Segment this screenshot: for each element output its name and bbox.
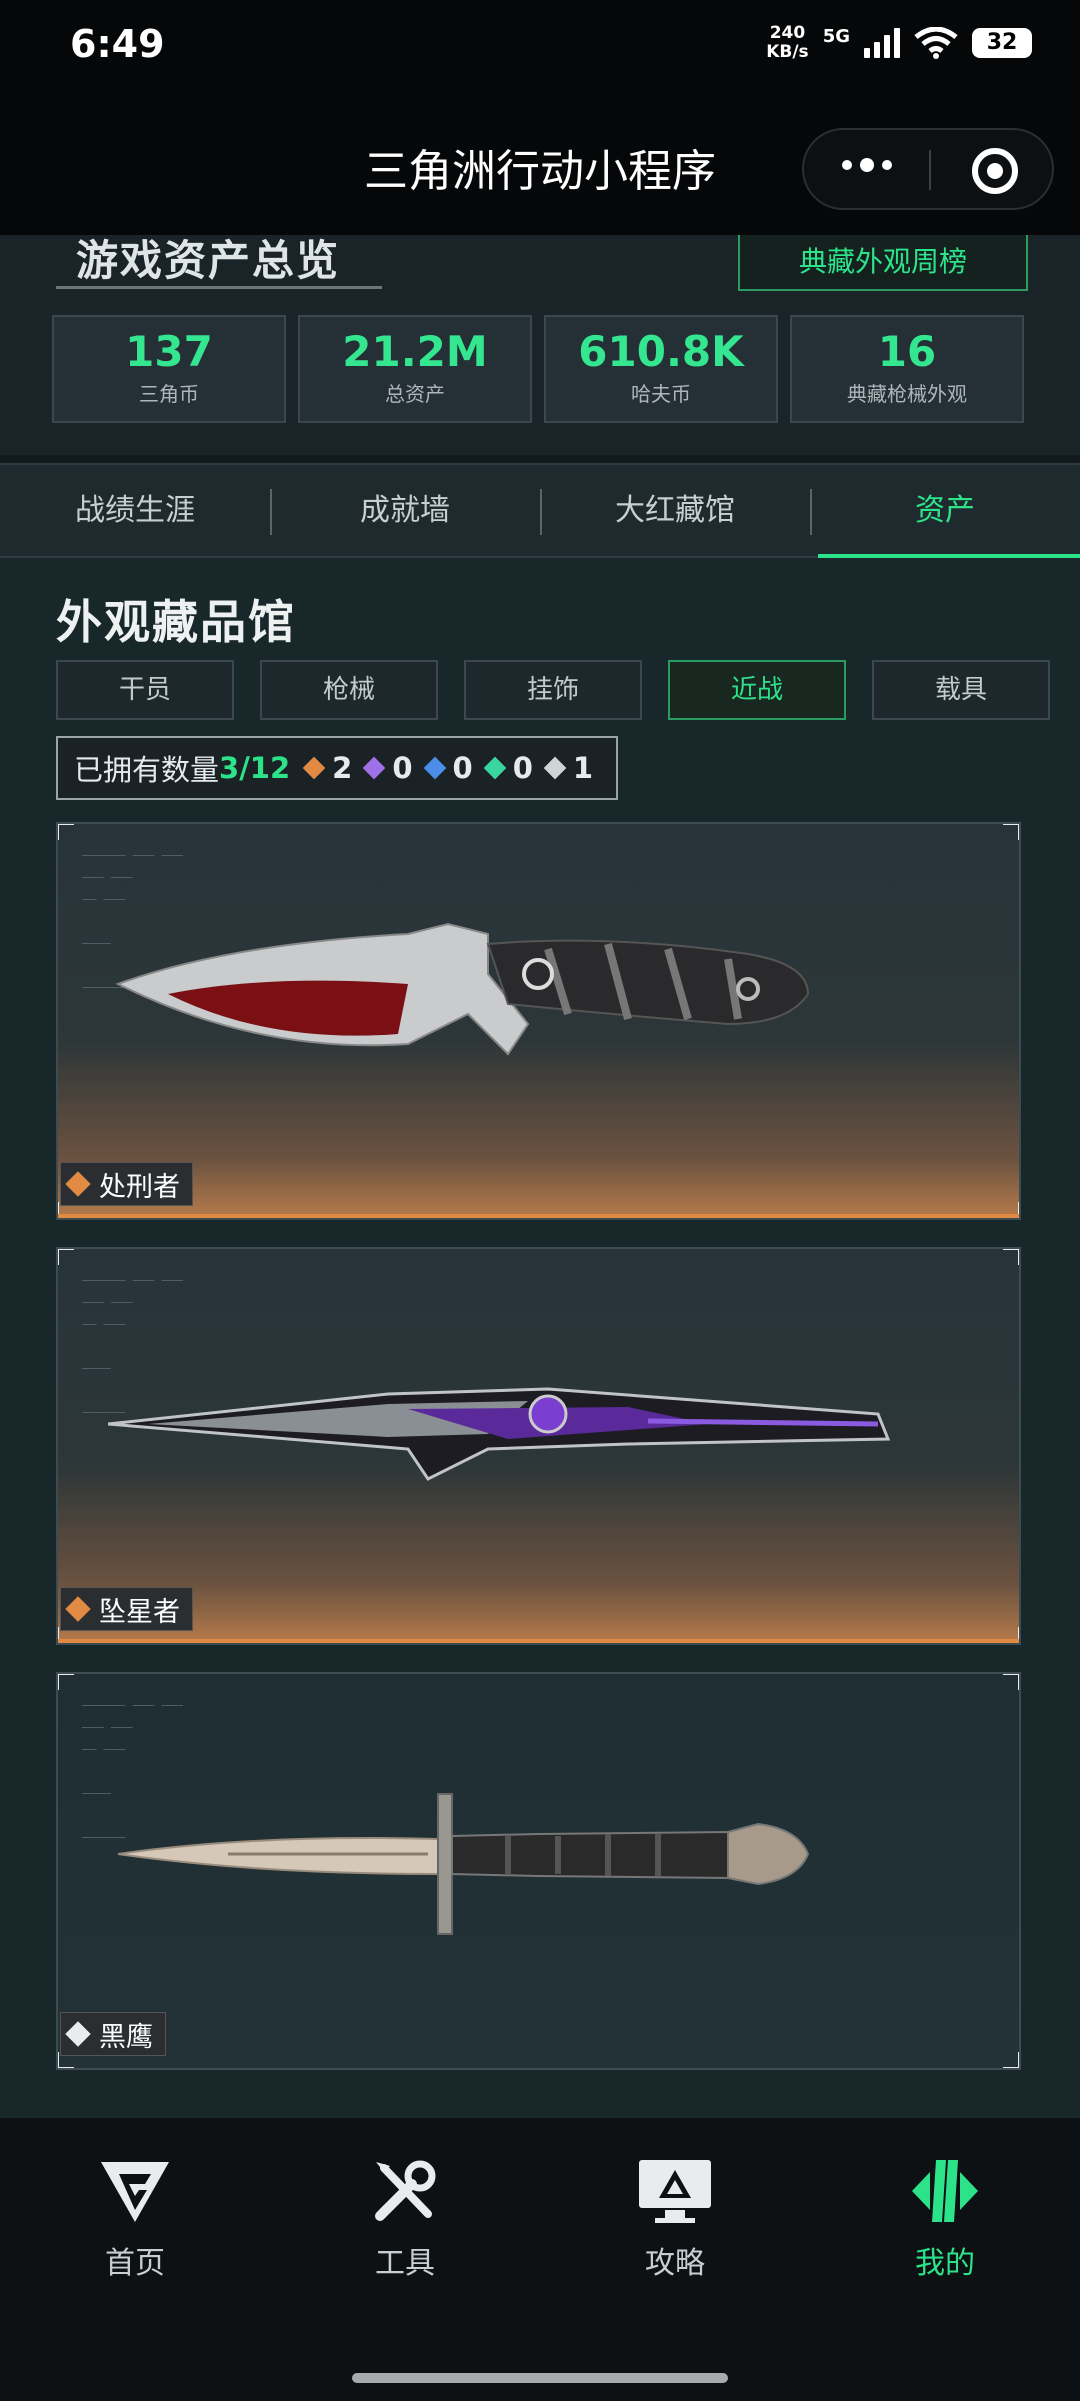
black-hawk-knife-image xyxy=(117,1793,810,1935)
signal-icon xyxy=(864,28,900,58)
stat-card: 137 三角币 xyxy=(52,315,286,423)
white-rarity-icon xyxy=(65,2021,91,2047)
stat-value: 610.8K xyxy=(578,327,744,376)
filter-charms[interactable]: 挂饰 xyxy=(464,660,642,720)
white-rarity-icon xyxy=(543,756,567,780)
executioner-knife-image xyxy=(115,922,810,1056)
item-name-tag: 坠星者 xyxy=(60,1587,193,1631)
title-underline-decoration xyxy=(56,283,382,289)
wifi-icon xyxy=(914,27,958,59)
home-indicator[interactable] xyxy=(352,2373,728,2383)
filter-firearms[interactable]: 枪械 xyxy=(260,660,438,720)
section-tabs: 战绩生涯 成就墙 大红藏馆 资产 xyxy=(0,463,1080,558)
tools-icon xyxy=(375,2160,436,2221)
overview-title: 游戏资产总览 xyxy=(76,236,341,285)
filter-operators[interactable]: 干员 xyxy=(56,660,234,720)
rarity-count-blue: 0 xyxy=(423,751,473,785)
nav-guides[interactable]: 攻略 xyxy=(540,2118,810,2361)
capsule-menu xyxy=(802,128,1054,210)
rarity-count-green: 0 xyxy=(483,751,533,785)
stat-card: 16 典藏枪械外观 xyxy=(790,315,1024,423)
home-logo-icon xyxy=(101,2162,169,2222)
gold-rarity-bar xyxy=(58,1639,1019,1643)
close-miniprogram-icon[interactable] xyxy=(972,148,1018,194)
bottom-navigation: 首页 工具 攻略 我的 xyxy=(0,2118,1080,2361)
stat-card: 610.8K 哈夫币 xyxy=(544,315,778,423)
melee-card-executioner[interactable]: —————— ——— ——— ——— ——— —— ——— ———— —————— 处刑… xyxy=(56,822,1021,1220)
status-time: 6:49 xyxy=(70,22,165,66)
tab-assets[interactable]: 资产 xyxy=(810,465,1080,558)
more-icon[interactable] xyxy=(842,158,892,172)
capsule-divider xyxy=(929,150,931,190)
filter-melee[interactable]: 近战 xyxy=(668,660,846,720)
guide-monitor-icon xyxy=(639,2160,711,2223)
gallery-title: 外观藏品馆 xyxy=(56,595,296,649)
gold-rarity-bar xyxy=(58,1214,1019,1218)
asset-overview: 游戏资产总览 典藏外观周榜 137 三角币 21.2M 总资产 610.8K 哈… xyxy=(0,235,1080,455)
gold-rarity-icon xyxy=(65,1171,91,1197)
stat-card: 21.2M 总资产 xyxy=(298,315,532,423)
green-rarity-icon xyxy=(483,756,507,780)
battery-icon: 32 xyxy=(972,28,1032,58)
gold-rarity-icon xyxy=(65,1596,91,1622)
purple-rarity-icon xyxy=(363,756,386,780)
item-name-tag: 黑鹰 xyxy=(60,2012,166,2056)
stat-value: 137 xyxy=(125,327,213,376)
nav-mine[interactable]: 我的 xyxy=(810,2118,1080,2361)
stat-label: 典藏枪械外观 xyxy=(847,382,967,406)
rarity-count-white: 1 xyxy=(543,751,593,785)
owned-label: 已拥有数量 xyxy=(74,753,220,787)
tab-achievements[interactable]: 成就墙 xyxy=(270,465,540,556)
rarity-count-gold: 2 xyxy=(302,751,352,785)
mini-program-title-bar: 三角洲行动小程序 xyxy=(0,95,1080,235)
status-indicators: 240 KB/s 5G 32 xyxy=(766,24,1032,62)
tab-red-collection[interactable]: 大红藏馆 xyxy=(540,465,810,556)
stats-row: 137 三角币 21.2M 总资产 610.8K 哈夫币 16 典藏枪械外观 xyxy=(52,315,1024,423)
stat-label: 哈夫币 xyxy=(631,382,691,406)
status-bar: 6:49 240 KB/s 5G 32 xyxy=(0,0,1080,95)
stat-value: 21.2M xyxy=(342,327,488,376)
stat-value: 16 xyxy=(877,327,937,376)
owned-count: 3/12 xyxy=(219,751,291,785)
melee-card-black-hawk[interactable]: —————— ——— ——— ——— ——— —— ——— ———— —————— 黑鹰 xyxy=(56,1672,1021,2070)
stat-label: 三角币 xyxy=(139,382,199,406)
profile-logo-icon xyxy=(912,2160,978,2222)
network-speed: 240 KB/s xyxy=(766,23,809,62)
weekly-ranking-button[interactable]: 典藏外观周榜 xyxy=(738,235,1028,291)
rarity-count-purple: 0 xyxy=(363,751,413,785)
system-navigation-area xyxy=(0,2361,1080,2401)
nav-home[interactable]: 首页 xyxy=(0,2118,270,2361)
filter-vehicles[interactable]: 载具 xyxy=(872,660,1050,720)
nav-tools[interactable]: 工具 xyxy=(270,2118,540,2361)
melee-card-star-faller[interactable]: —————— ——— ——— ——— ——— —— ——— ———— —————— 坠星… xyxy=(56,1247,1021,1645)
network-type: 5G xyxy=(822,25,850,47)
gold-rarity-icon xyxy=(302,756,326,780)
stat-label: 总资产 xyxy=(385,382,445,406)
category-filters: 干员 枪械 挂饰 近战 载具 xyxy=(56,660,1050,720)
blue-rarity-icon xyxy=(423,756,446,780)
tab-career[interactable]: 战绩生涯 xyxy=(0,465,270,556)
owned-count-bar: 已拥有数量 3/12 2 0 0 0 1 xyxy=(56,736,618,800)
star-faller-knife-image xyxy=(108,1387,891,1481)
item-name-tag: 处刑者 xyxy=(60,1162,193,1206)
